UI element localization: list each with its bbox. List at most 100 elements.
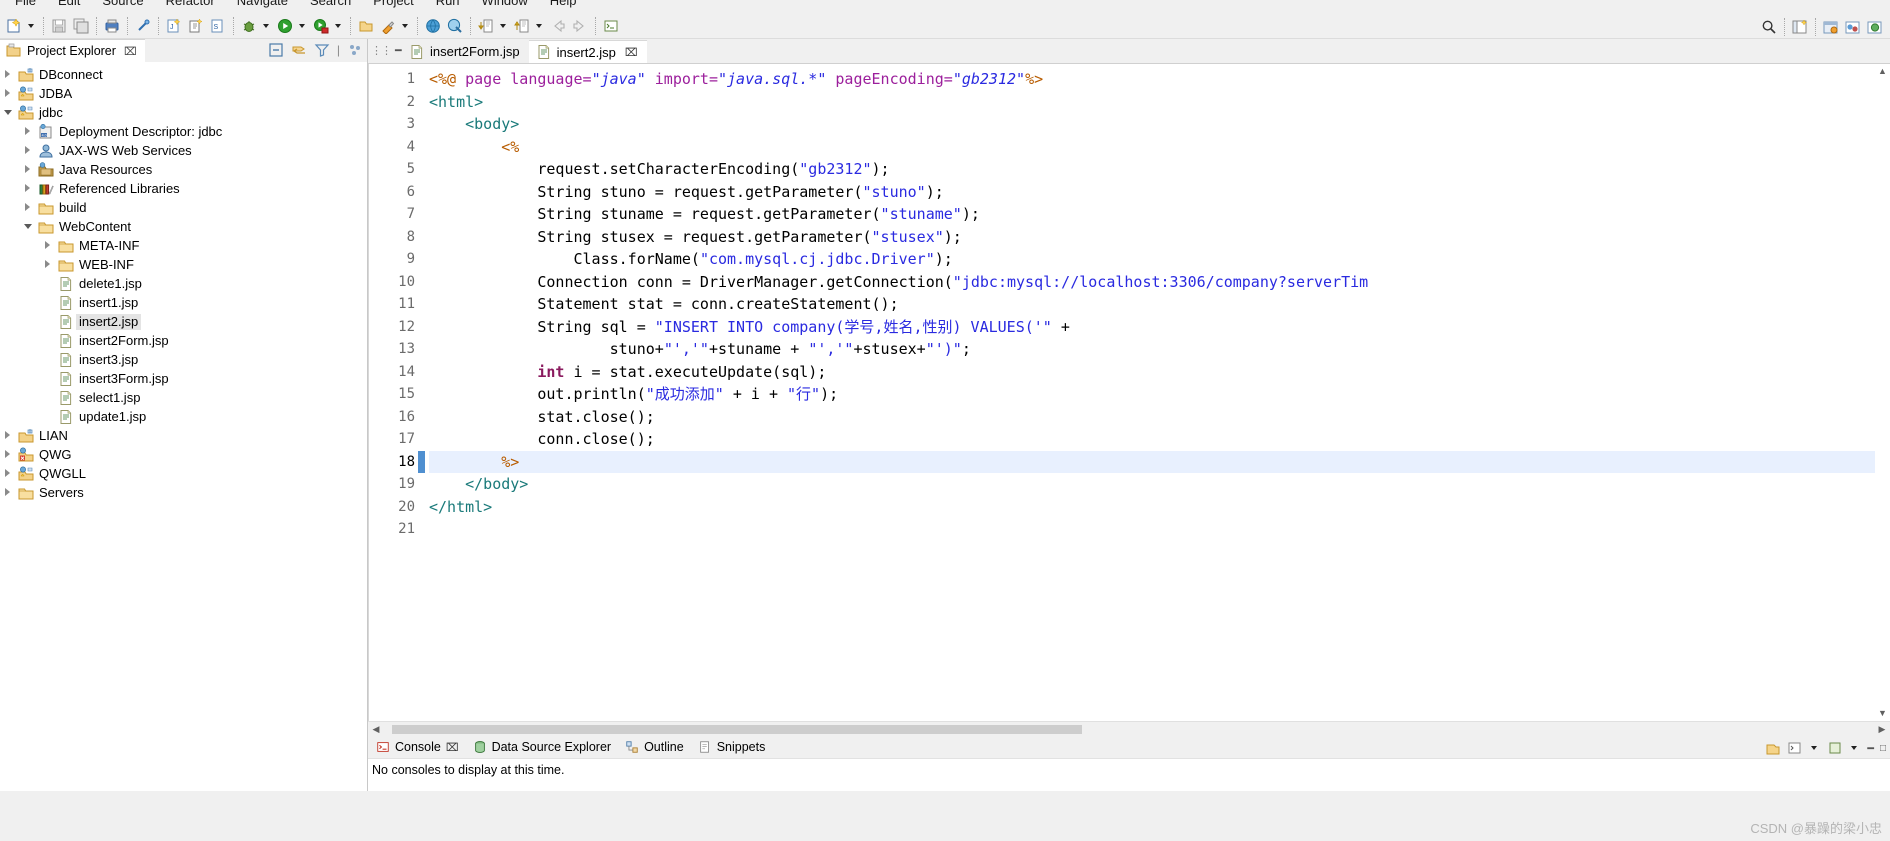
code-line-13[interactable]: stuno+"','"+stuname + "','"+stusex+"')"; xyxy=(429,338,1890,361)
pin-console-icon[interactable] xyxy=(1827,740,1843,756)
twisty-collapsed-icon[interactable] xyxy=(4,469,13,478)
web-browser-icon[interactable] xyxy=(423,16,443,36)
scroll-down-arrow[interactable]: ▼ xyxy=(1875,706,1890,721)
tree-item-servers[interactable]: Servers xyxy=(0,483,367,502)
tab-project-explorer[interactable]: Project Explorer ⌧ xyxy=(0,39,145,62)
terminal-icon[interactable] xyxy=(601,16,621,36)
tree-item-webcontent[interactable]: WebContent xyxy=(0,217,367,236)
tree-item-lian[interactable]: LIAN xyxy=(0,426,367,445)
console-tab-outline[interactable]: Outline xyxy=(621,736,694,758)
tree-item-insert3form-jsp[interactable]: insert3Form.jsp xyxy=(0,369,367,388)
menu-item-refactor[interactable]: Refactor xyxy=(155,0,226,7)
twisty-collapsed-icon[interactable] xyxy=(4,488,13,497)
tree-item-jdba[interactable]: JDBA xyxy=(0,84,367,103)
new-servlet-icon[interactable] xyxy=(186,16,206,36)
hscroll-track[interactable] xyxy=(384,723,1874,735)
tree-item-insert2form-jsp[interactable]: insert2Form.jsp xyxy=(0,331,367,350)
web-deploy-icon[interactable] xyxy=(445,16,465,36)
console-tab-console[interactable]: Console ⌧ xyxy=(372,736,469,758)
close-icon[interactable]: ⌧ xyxy=(446,741,459,754)
view-menu-icon[interactable] xyxy=(347,42,363,58)
twisty-collapsed-icon[interactable] xyxy=(24,146,33,155)
run-icon[interactable] xyxy=(275,16,295,36)
twisty-collapsed-icon[interactable] xyxy=(24,127,33,136)
code-line-4[interactable]: <% xyxy=(429,136,1890,159)
next-dropdown-arrow[interactable] xyxy=(497,16,509,36)
maximize-icon[interactable]: □ xyxy=(1880,743,1886,754)
close-icon[interactable]: ⌧ xyxy=(625,46,638,59)
code-line-21[interactable] xyxy=(429,518,1890,541)
link-icon[interactable] xyxy=(133,16,153,36)
tree-item-delete1-jsp[interactable]: delete1.jsp xyxy=(0,274,367,293)
code-line-20[interactable]: </html> xyxy=(429,496,1890,519)
new-jsp-icon[interactable]: J xyxy=(164,16,184,36)
minimize-icon[interactable]: ━ xyxy=(395,44,402,57)
twisty-collapsed-icon[interactable] xyxy=(44,260,53,269)
code-line-19[interactable]: </body> xyxy=(429,473,1890,496)
tree-item-insert1-jsp[interactable]: insert1.jsp xyxy=(0,293,367,312)
twisty-collapsed-icon[interactable] xyxy=(4,70,13,79)
scroll-up-arrow[interactable]: ▲ xyxy=(1875,64,1890,79)
menu-item-project[interactable]: Project xyxy=(362,0,424,7)
tree-item-meta-inf[interactable]: META-INF xyxy=(0,236,367,255)
code-line-11[interactable]: Statement stat = conn.createStatement(); xyxy=(429,293,1890,316)
run-server-icon[interactable] xyxy=(311,16,331,36)
perspective-java-ee-icon[interactable] xyxy=(1821,17,1841,37)
menu-item-source[interactable]: Source xyxy=(91,0,154,7)
twisty-collapsed-icon[interactable] xyxy=(44,241,53,250)
code-line-1[interactable]: <%@ page language="java" import="java.sq… xyxy=(429,68,1890,91)
hscroll-thumb[interactable] xyxy=(392,724,1082,734)
code-line-5[interactable]: request.setCharacterEncoding("gb2312"); xyxy=(429,158,1890,181)
tree-item-update1-jsp[interactable]: update1.jsp xyxy=(0,407,367,426)
code-line-10[interactable]: Connection conn = DriverManager.getConne… xyxy=(429,271,1890,294)
editor-code-content[interactable]: <%@ page language="java" import="java.sq… xyxy=(429,64,1890,721)
view-menu-filter-icon[interactable] xyxy=(314,42,330,58)
external-tools-icon[interactable] xyxy=(378,16,398,36)
back-icon[interactable] xyxy=(548,16,568,36)
code-line-2[interactable]: <html> xyxy=(429,91,1890,114)
prev-dropdown-arrow[interactable] xyxy=(533,16,545,36)
twisty-collapsed-icon[interactable] xyxy=(4,89,13,98)
editor-marker-column[interactable] xyxy=(417,64,429,721)
twisty-collapsed-icon[interactable] xyxy=(24,165,33,174)
search-icon[interactable] xyxy=(1759,17,1779,37)
console-tab-data-source-explorer[interactable]: Data Source Explorer xyxy=(469,736,622,758)
print-icon[interactable] xyxy=(102,16,122,36)
debug-dropdown-arrow[interactable] xyxy=(260,16,272,36)
link-with-editor-icon[interactable] xyxy=(291,42,307,58)
tree-item-insert3-jsp[interactable]: insert3.jsp xyxy=(0,350,367,369)
tree-item-insert2-jsp[interactable]: insert2.jsp xyxy=(0,312,367,331)
new-console-icon[interactable] xyxy=(1787,740,1803,756)
scroll-right-arrow[interactable]: ▶ xyxy=(1874,724,1890,735)
tree-item-referenced-libraries[interactable]: Referenced Libraries xyxy=(0,179,367,198)
code-line-9[interactable]: Class.forName("com.mysql.cj.jdbc.Driver"… xyxy=(429,248,1890,271)
code-line-8[interactable]: String stusex = request.getParameter("st… xyxy=(429,226,1890,249)
code-line-6[interactable]: String stuno = request.getParameter("stu… xyxy=(429,181,1890,204)
tree-item-build[interactable]: build xyxy=(0,198,367,217)
tree-item-deployment-descriptor-jdbc[interactable]: 4.0 Deployment Descriptor: jdbc xyxy=(0,122,367,141)
prev-annotation-icon[interactable] xyxy=(512,16,532,36)
menu-item-file[interactable]: File xyxy=(4,0,47,7)
external-dropdown-arrow[interactable] xyxy=(399,16,411,36)
tree-item-qwgll[interactable]: QWGLL xyxy=(0,464,367,483)
editor-body[interactable]: 1 2⊖3⊖4⊖ 5 6 7 8 9 10 11 12 13 14 15 16 17 18 19 20 21 <%@… xyxy=(368,64,1890,721)
tree-item-java-resources[interactable]: Java Resources xyxy=(0,160,367,179)
console-dropdown-arrow[interactable] xyxy=(1809,738,1819,758)
display-dropdown-arrow[interactable] xyxy=(1849,738,1859,758)
perspective-open-icon[interactable] xyxy=(1790,17,1810,37)
project-tree[interactable]: DBconnect JDBA jdbc 4.0 Deployment Descripto… xyxy=(0,62,367,791)
run-dropdown-arrow[interactable] xyxy=(296,16,308,36)
twisty-expanded-icon[interactable] xyxy=(4,108,13,117)
menu-item-run[interactable]: Run xyxy=(425,0,471,7)
code-line-18[interactable]: %> xyxy=(429,450,1890,473)
tree-item-dbconnect[interactable]: DBconnect xyxy=(0,65,367,84)
editor-tab-insert2form-jsp[interactable]: insert2Form.jsp xyxy=(402,40,529,63)
new-xml-icon[interactable]: S xyxy=(208,16,228,36)
next-annotation-icon[interactable] xyxy=(476,16,496,36)
tree-item-select1-jsp[interactable]: select1.jsp xyxy=(0,388,367,407)
perspective-java-icon[interactable] xyxy=(1843,17,1863,37)
new-dropdown-arrow[interactable] xyxy=(25,16,37,36)
twisty-collapsed-icon[interactable] xyxy=(4,431,13,440)
tree-item-qwg[interactable]: QWG xyxy=(0,445,367,464)
menu-item-edit[interactable]: Edit xyxy=(47,0,91,7)
